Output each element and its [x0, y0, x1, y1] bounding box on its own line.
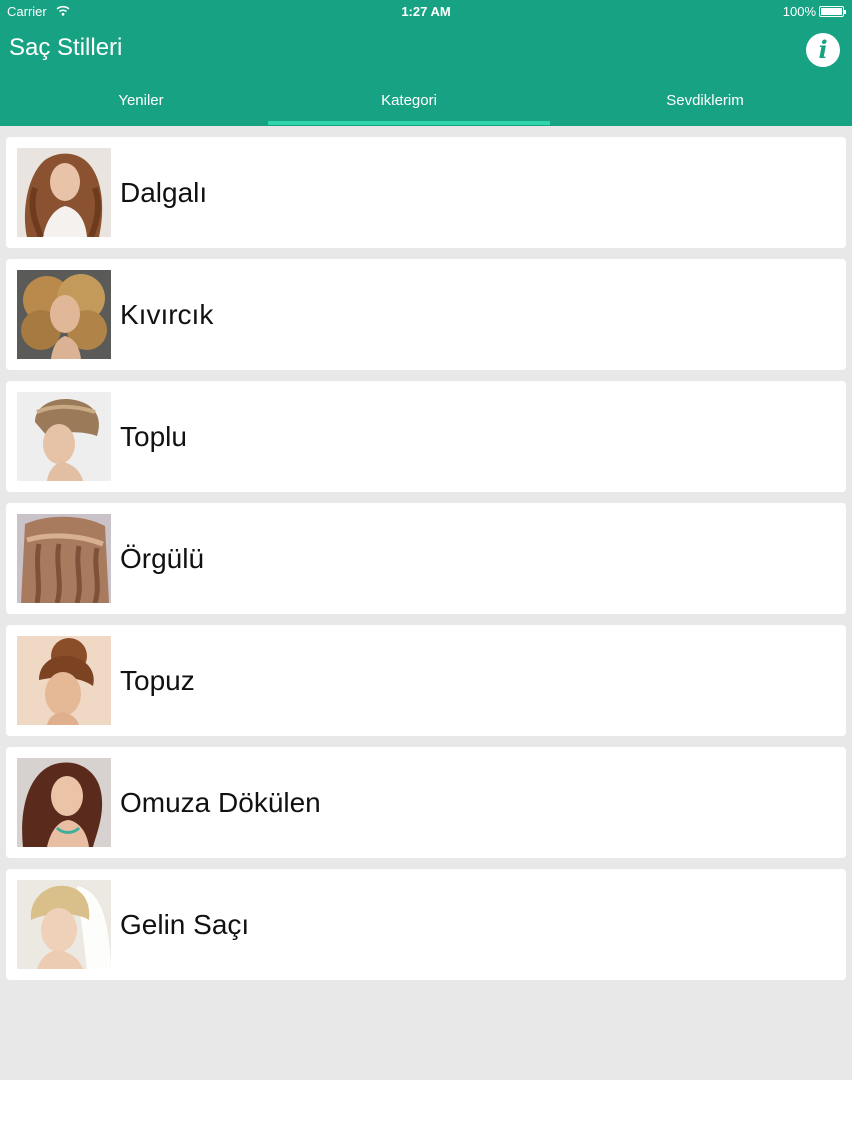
- bottom-area: [0, 1080, 852, 1136]
- battery-icon: [819, 6, 846, 17]
- updo-hair-photo: [17, 392, 111, 481]
- category-label: Dalgalı: [120, 177, 208, 208]
- active-tab-indicator: [268, 121, 550, 125]
- category-label: Kıvırcık: [120, 299, 214, 330]
- bridal-hair-photo: [17, 880, 111, 969]
- app-header: Carrier 1:27 AM 100% Saç Stilleri i Yeni…: [0, 0, 852, 126]
- category-row-gelin-saci[interactable]: Gelin Saçı: [6, 869, 846, 980]
- status-time: 1:27 AM: [401, 4, 451, 19]
- status-bar: Carrier 1:27 AM 100%: [0, 0, 852, 24]
- category-row-dalgali[interactable]: Dalgalı: [6, 137, 846, 248]
- category-label: Örgülü: [120, 543, 205, 574]
- category-row-kivircik[interactable]: Kıvırcık: [6, 259, 846, 370]
- wavy-hair-photo: [17, 148, 111, 237]
- category-list: Dalgalı Kıvırcık Toplu Örgülü Topuz Omuz…: [0, 126, 852, 1080]
- tab-favorites[interactable]: Sevdiklerim: [566, 84, 844, 126]
- bun-hair-photo: [17, 636, 111, 725]
- curly-hair-photo: [17, 270, 111, 359]
- shoulder-length-hair-photo: [17, 758, 111, 847]
- category-label: Omuza Dökülen: [120, 787, 321, 818]
- battery-percentage: 100%: [782, 4, 816, 19]
- category-row-orgulu[interactable]: Örgülü: [6, 503, 846, 614]
- tab-bar: Yeniler Kategori Sevdiklerim: [0, 84, 852, 126]
- page-title: Saç Stilleri: [9, 34, 123, 61]
- tab-new[interactable]: Yeniler: [0, 84, 282, 126]
- category-label: Topuz: [120, 665, 195, 696]
- category-label: Gelin Saçı: [120, 909, 250, 940]
- tab-category[interactable]: Kategori: [268, 84, 550, 126]
- category-label: Toplu: [120, 421, 187, 452]
- braided-hair-photo: [17, 514, 111, 603]
- category-row-topuz[interactable]: Topuz: [6, 625, 846, 736]
- category-row-omuza-dokulen[interactable]: Omuza Dökülen: [6, 747, 846, 858]
- info-icon[interactable]: i: [806, 33, 840, 67]
- category-row-toplu[interactable]: Toplu: [6, 381, 846, 492]
